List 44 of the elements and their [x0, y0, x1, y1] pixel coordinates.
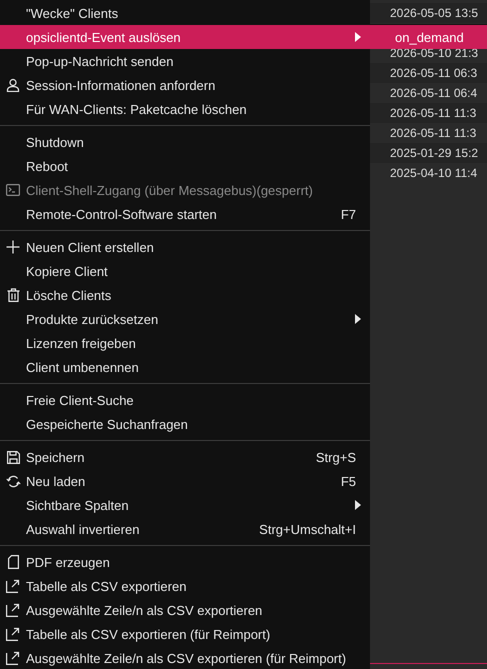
- table-cell-text: 2026-05-11 11:3: [389, 125, 478, 142]
- table-cell: 2025-01-29 15:2: [370, 143, 487, 163]
- menu-item[interactable]: Ausgewählte Zeile/n als CSV exportieren (für Reimport): [0, 646, 370, 669]
- document-icon: [8, 555, 18, 569]
- menu-item[interactable]: Lösche Clients: [0, 283, 370, 307]
- table-cell: 2026-05-11 06:3: [370, 63, 487, 83]
- reload-icon: [6, 474, 20, 488]
- menu-item[interactable]: Client umbenennen: [0, 355, 370, 379]
- export-icon: [6, 579, 20, 593]
- menu-item[interactable]: Auswahl invertieren Strg+Umschalt+I: [0, 517, 370, 541]
- menu-item[interactable]: Session-Informationen anfordern: [0, 73, 370, 97]
- menu-item[interactable]: Für WAN-Clients: Paketcache löschen: [0, 97, 370, 121]
- menu-item[interactable]: Tabelle als CSV exportieren: [0, 574, 370, 598]
- menu-item[interactable]: Reboot: [0, 154, 370, 178]
- menu-item[interactable]: Speichern Strg+S: [0, 445, 370, 469]
- menu-item[interactable]: Sichtbare Spalten: [0, 493, 370, 517]
- menu-item[interactable]: Produkte zurücksetzen: [0, 307, 370, 331]
- plus-icon: [6, 240, 20, 254]
- menu-item[interactable]: Neuen Client erstellen: [0, 235, 370, 259]
- menu-item[interactable]: Freie Client-Suche: [0, 388, 370, 412]
- menu-item[interactable]: Kopiere Client: [0, 259, 370, 283]
- table-cell-text: 2025-04-10 11:4: [389, 165, 478, 182]
- menu-item[interactable]: Shutdown: [0, 130, 370, 154]
- menu-item[interactable]: Neu laden F5: [0, 469, 370, 493]
- trash-icon: [6, 288, 20, 302]
- terminal-icon: [6, 184, 20, 196]
- menu-item[interactable]: Pop-up-Nachricht senden: [0, 49, 370, 73]
- menu-item[interactable]: Ausgewählte Zeile/n als CSV exportieren: [0, 598, 370, 622]
- export-icon: [6, 627, 20, 641]
- menu-item[interactable]: Gespeicherte Suchanfragen: [0, 412, 370, 436]
- menu-item[interactable]: "Wecke" Clients: [0, 1, 370, 25]
- menu-item[interactable]: Remote-Control-Software starten F7: [0, 202, 370, 226]
- table-cell: 2026-05-05 13:5: [370, 3, 487, 23]
- menu-item[interactable]: PDF erzeugen: [0, 550, 370, 574]
- table-cell-text: 2026-05-11 06:4: [389, 85, 478, 102]
- table-cell: 2026-05-11 11:3: [370, 103, 487, 123]
- export-icon: [6, 651, 20, 665]
- menu-item[interactable]: Tabelle als CSV exportieren (für Reimport): [0, 622, 370, 646]
- submenu-item[interactable]: on_demand: [367, 25, 487, 49]
- menu-item[interactable]: Lizenzen freigeben: [0, 331, 370, 355]
- save-icon: [6, 450, 20, 464]
- export-icon: [6, 603, 20, 617]
- menu-item[interactable]: opsiclientd-Event auslösen: [0, 25, 370, 49]
- user-icon: [6, 78, 20, 92]
